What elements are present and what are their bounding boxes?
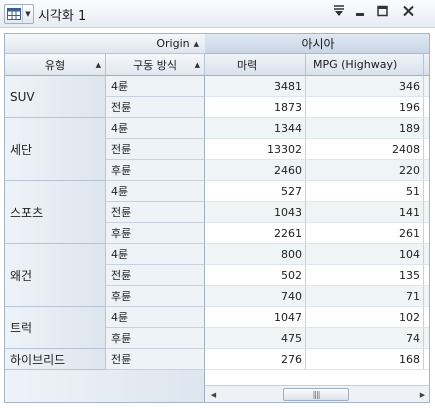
cell-mpg: 261 xyxy=(306,223,424,244)
cell-overflow xyxy=(424,286,429,307)
row-group-label[interactable]: 트럭 xyxy=(5,307,106,349)
sort-ascending-icon[interactable]: ▲ xyxy=(195,61,200,69)
cell-overflow xyxy=(424,265,429,286)
row-group-label[interactable]: 스포츠 xyxy=(5,181,106,244)
cell-hp: 475 xyxy=(205,328,306,349)
row-sublabel[interactable]: 4륜 xyxy=(106,76,205,97)
cell-overflow xyxy=(424,349,429,370)
cell-overflow xyxy=(424,97,429,118)
row-sublabel[interactable]: 전륜 xyxy=(106,139,205,160)
measure-header-hp[interactable]: 마력 xyxy=(205,54,306,76)
cell-hp: 527 xyxy=(205,181,306,202)
row-sublabel[interactable]: 후륜 xyxy=(106,328,205,349)
cell-mpg: 71 xyxy=(306,286,424,307)
cell-mpg: 2408 xyxy=(306,139,424,160)
cell-mpg: 189 xyxy=(306,118,424,139)
scroll-left-icon[interactable]: ◀ xyxy=(206,387,221,402)
cell-overflow xyxy=(424,139,429,160)
view-menu-button[interactable]: ▼ xyxy=(4,4,34,24)
column-group-header[interactable]: Origin ▲ xyxy=(5,34,205,54)
scroll-right-icon[interactable]: ▶ xyxy=(415,387,429,402)
minimize-icon[interactable] xyxy=(355,5,365,21)
cell-hp: 3481 xyxy=(205,76,306,97)
horizontal-scrollbar[interactable]: ◀ |||| ▶ xyxy=(205,385,429,402)
row-sublabel[interactable]: 후륜 xyxy=(106,223,205,244)
cell-hp: 276 xyxy=(205,349,306,370)
cell-mpg: 220 xyxy=(306,160,424,181)
cell-hp: 1344 xyxy=(205,118,306,139)
cell-overflow xyxy=(424,307,429,328)
cell-overflow xyxy=(424,160,429,181)
row-sublabel[interactable]: 전륜 xyxy=(106,202,205,223)
cell-mpg: 74 xyxy=(306,328,424,349)
cell-hp: 1873 xyxy=(205,97,306,118)
row-header-type[interactable]: 유형 ▲ xyxy=(5,54,106,76)
row-group-label[interactable]: SUV xyxy=(5,76,106,118)
cell-mpg: 104 xyxy=(306,244,424,265)
cell-overflow xyxy=(424,118,429,139)
row-sublabel[interactable]: 전륜 xyxy=(106,349,205,370)
close-icon[interactable] xyxy=(403,5,414,21)
cell-overflow xyxy=(424,202,429,223)
cell-mpg: 102 xyxy=(306,307,424,328)
crosstab-table: Origin ▲ 아시아 유형 ▲ 구동 방식 ▲ 마력 MPG (Highwa… xyxy=(4,33,430,403)
cell-hp: 2261 xyxy=(205,223,306,244)
column-header-overflow xyxy=(424,54,429,76)
cell-overflow xyxy=(424,181,429,202)
cell-mpg: 196 xyxy=(306,97,424,118)
cell-mpg: 141 xyxy=(306,202,424,223)
row-sublabel[interactable]: 전륜 xyxy=(106,265,205,286)
cell-mpg: 346 xyxy=(306,76,424,97)
sort-ascending-icon[interactable]: ▲ xyxy=(194,40,199,48)
cell-overflow xyxy=(424,328,429,349)
scrollbar-thumb[interactable]: |||| xyxy=(283,388,349,401)
row-sublabel[interactable]: 전륜 xyxy=(106,97,205,118)
column-group-label: Origin xyxy=(156,37,190,50)
cell-overflow xyxy=(424,223,429,244)
cell-mpg: 51 xyxy=(306,181,424,202)
row-group-label[interactable]: 왜건 xyxy=(5,244,106,307)
cell-overflow xyxy=(424,76,429,97)
filter-icon[interactable] xyxy=(334,5,344,21)
row-header-drive[interactable]: 구동 방식 ▲ xyxy=(106,54,205,76)
row-group-label[interactable]: 세단 xyxy=(5,118,106,181)
row-sublabel[interactable]: 후륜 xyxy=(106,286,205,307)
column-group-value: 아시아 xyxy=(205,34,429,54)
row-group-label[interactable]: 하이브리드 xyxy=(5,349,106,370)
row-sublabel[interactable]: 4륜 xyxy=(106,307,205,328)
maximize-icon[interactable] xyxy=(377,5,388,21)
cell-hp: 800 xyxy=(205,244,306,265)
sort-ascending-icon[interactable]: ▲ xyxy=(96,61,101,69)
table-grid-icon xyxy=(5,5,23,23)
row-header-filler xyxy=(5,370,205,402)
cell-hp: 502 xyxy=(205,265,306,286)
measure-header-mpg[interactable]: MPG (Highway) xyxy=(306,54,424,76)
cell-overflow xyxy=(424,244,429,265)
row-sublabel[interactable]: 4륜 xyxy=(106,244,205,265)
cell-hp: 13302 xyxy=(205,139,306,160)
chevron-down-icon: ▼ xyxy=(25,10,31,18)
row-sublabel[interactable]: 후륜 xyxy=(106,160,205,181)
row-sublabel[interactable]: 4륜 xyxy=(106,118,205,139)
window-title: 시각화 1 xyxy=(38,9,87,24)
title-bar: ▼ 시각화 1 xyxy=(0,0,435,28)
cell-hp: 2460 xyxy=(205,160,306,181)
row-sublabel[interactable]: 4륜 xyxy=(106,181,205,202)
cell-hp: 1043 xyxy=(205,202,306,223)
cell-mpg: 168 xyxy=(306,349,424,370)
cell-hp: 1047 xyxy=(205,307,306,328)
cell-mpg: 135 xyxy=(306,265,424,286)
cell-hp: 740 xyxy=(205,286,306,307)
